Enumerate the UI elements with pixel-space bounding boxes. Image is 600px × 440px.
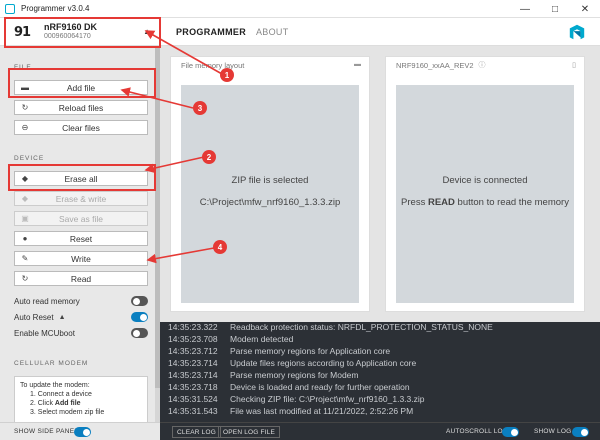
pencil-icon: ✎ bbox=[21, 254, 29, 263]
zip-selected-text: ZIP file is selected bbox=[231, 175, 309, 186]
save-as-file-label: Save as file bbox=[59, 213, 103, 224]
reload-files-label: Reload files bbox=[58, 102, 104, 113]
reload-icon: ↻ bbox=[21, 103, 29, 112]
cellular-line-1: To update the modem: bbox=[20, 382, 90, 389]
cellular-line-2: 1. Connect a device bbox=[30, 391, 92, 398]
tab-about[interactable]: ABOUT bbox=[256, 27, 289, 37]
auto-read-memory-row: Auto read memory bbox=[14, 295, 148, 307]
clear-log-button[interactable]: CLEAR LOG bbox=[172, 426, 222, 438]
cellular-line-4: 3. Select modem zip file bbox=[30, 409, 105, 416]
log-entry: 14:35:23.714 Parse memory regions for Mod… bbox=[168, 370, 359, 380]
enable-mcuboot-row: Enable MCUboot bbox=[14, 327, 148, 339]
main-area: File memory layout ▬ ZIP file is selecte… bbox=[160, 46, 600, 322]
log-entry: 14:35:23.714 Update files regions accordi… bbox=[168, 358, 417, 368]
maximize-button[interactable]: □ bbox=[540, 0, 570, 18]
eraser-icon: ◆ bbox=[21, 194, 29, 203]
log-toolbar: CLEAR LOG OPEN LOG FILE AUTOSCROLL LOG S… bbox=[160, 422, 600, 440]
cellular-modem-info: To update the modem: 1. Connect a device… bbox=[14, 376, 148, 426]
annotation-marker-2: 2 bbox=[202, 150, 216, 164]
log-entry: 14:35:31.524 Checking ZIP file: C:\Projec… bbox=[168, 394, 425, 404]
file-memory-layout-title: File memory layout bbox=[181, 60, 245, 70]
show-log-toggle[interactable] bbox=[572, 427, 589, 437]
auto-read-memory-label: Auto read memory bbox=[14, 296, 80, 306]
autoscroll-log-toggle[interactable] bbox=[502, 427, 519, 437]
auto-read-memory-toggle[interactable] bbox=[131, 296, 148, 306]
save-as-file-button[interactable]: ▣ Save as file bbox=[14, 211, 148, 226]
enable-mcuboot-toggle[interactable] bbox=[131, 328, 148, 338]
tab-programmer[interactable]: PROGRAMMER bbox=[176, 27, 246, 37]
clear-files-button[interactable]: ⊖ Clear files bbox=[14, 120, 148, 135]
open-log-file-button[interactable]: OPEN LOG FILE bbox=[218, 426, 281, 438]
file-memory-layout-header: File memory layout ▬ bbox=[171, 57, 369, 73]
erase-and-write-label: Erase & write bbox=[55, 193, 107, 204]
enable-mcuboot-label: Enable MCUboot bbox=[14, 328, 75, 338]
device-connected-text: Device is connected bbox=[442, 175, 528, 186]
file-memory-layout-body: ZIP file is selected C:\Project\mfw_nrf9… bbox=[181, 85, 359, 303]
write-label: Write bbox=[71, 253, 91, 264]
log-entry: 14:35:23.322 Readback protection status: … bbox=[168, 322, 493, 332]
auto-reset-label: Auto Reset bbox=[14, 312, 54, 322]
minimize-button[interactable]: — bbox=[510, 0, 540, 18]
device-memory-layout-title: NRF9160_xxAA_REV2 bbox=[396, 60, 474, 70]
cellular-modem-section-label: CELLULAR MODEM bbox=[14, 360, 89, 367]
folder-icon: ▬ bbox=[354, 61, 361, 68]
log-panel: 14:35:23.322 Readback protection status: … bbox=[160, 322, 600, 422]
log-entry: 14:35:31.543 File was last modified at 11… bbox=[168, 406, 414, 416]
show-side-panel-label: SHOW SIDE PANEL bbox=[14, 428, 79, 435]
autoscroll-log-label: AUTOSCROLL LOG bbox=[446, 428, 509, 435]
dot-icon: ● bbox=[22, 234, 28, 243]
device-memory-layout-body: Device is connected Press READ button to… bbox=[396, 85, 574, 303]
show-side-panel-toggle[interactable] bbox=[74, 427, 91, 437]
annotation-box-erase-all bbox=[8, 164, 156, 191]
log-entry: 14:35:23.708 Modem detected bbox=[168, 334, 294, 344]
save-icon: ▣ bbox=[21, 214, 29, 223]
read-hint-text: Press READ button to read the memory bbox=[401, 197, 569, 208]
nordic-logo-icon bbox=[569, 24, 585, 40]
log-entry: 14:35:23.712 Parse memory regions for App… bbox=[168, 346, 391, 356]
cellular-line-3: 2. Click Add file bbox=[30, 400, 81, 407]
clear-icon: ⊖ bbox=[21, 123, 29, 132]
erase-and-write-button[interactable]: ◆ Erase & write bbox=[14, 191, 148, 206]
window-title: Programmer v3.0.4 bbox=[21, 4, 90, 13]
warning-icon: ▲ bbox=[58, 313, 66, 321]
annotation-box-device bbox=[4, 17, 161, 48]
info-icon: ⓘ bbox=[478, 62, 486, 69]
clear-files-label: Clear files bbox=[62, 122, 100, 133]
annotation-marker-4: 4 bbox=[213, 240, 227, 254]
auto-reset-toggle[interactable] bbox=[131, 312, 148, 322]
refresh-icon: ↻ bbox=[21, 274, 29, 283]
chip-icon: ▯ bbox=[572, 62, 576, 69]
zip-path-text: C:\Project\mfw_nrf9160_1.3.3.zip bbox=[199, 197, 341, 208]
auto-reset-row: Auto Reset ▲ bbox=[14, 311, 148, 323]
reload-files-button[interactable]: ↻ Reload files bbox=[14, 100, 148, 115]
annotation-marker-1: 1 bbox=[220, 68, 234, 82]
annotation-box-add-file bbox=[8, 68, 156, 98]
read-label: Read bbox=[70, 273, 92, 284]
read-button[interactable]: ↻ Read bbox=[14, 271, 148, 286]
reset-label: Reset bbox=[69, 233, 93, 244]
app-icon bbox=[5, 3, 15, 14]
device-memory-layout-card: NRF9160_xxAA_REV2 ⓘ ▯ Device is connecte… bbox=[385, 56, 585, 312]
show-log-label: SHOW LOG bbox=[534, 428, 572, 435]
device-memory-layout-header: NRF9160_xxAA_REV2 ⓘ ▯ bbox=[386, 57, 584, 73]
log-entry: 14:35:23.718 Device is loaded and ready f… bbox=[168, 382, 410, 392]
device-section-label: DEVICE bbox=[14, 155, 45, 162]
close-button[interactable]: ✕ bbox=[570, 0, 600, 18]
write-button[interactable]: ✎ Write bbox=[14, 251, 148, 266]
reset-button[interactable]: ● Reset bbox=[14, 231, 148, 246]
annotation-marker-3: 3 bbox=[193, 101, 207, 115]
side-panel-footer: SHOW SIDE PANEL bbox=[0, 422, 160, 440]
title-bar: Programmer v3.0.4 — □ ✕ bbox=[0, 0, 600, 18]
file-memory-layout-card: File memory layout ▬ ZIP file is selecte… bbox=[170, 56, 370, 312]
